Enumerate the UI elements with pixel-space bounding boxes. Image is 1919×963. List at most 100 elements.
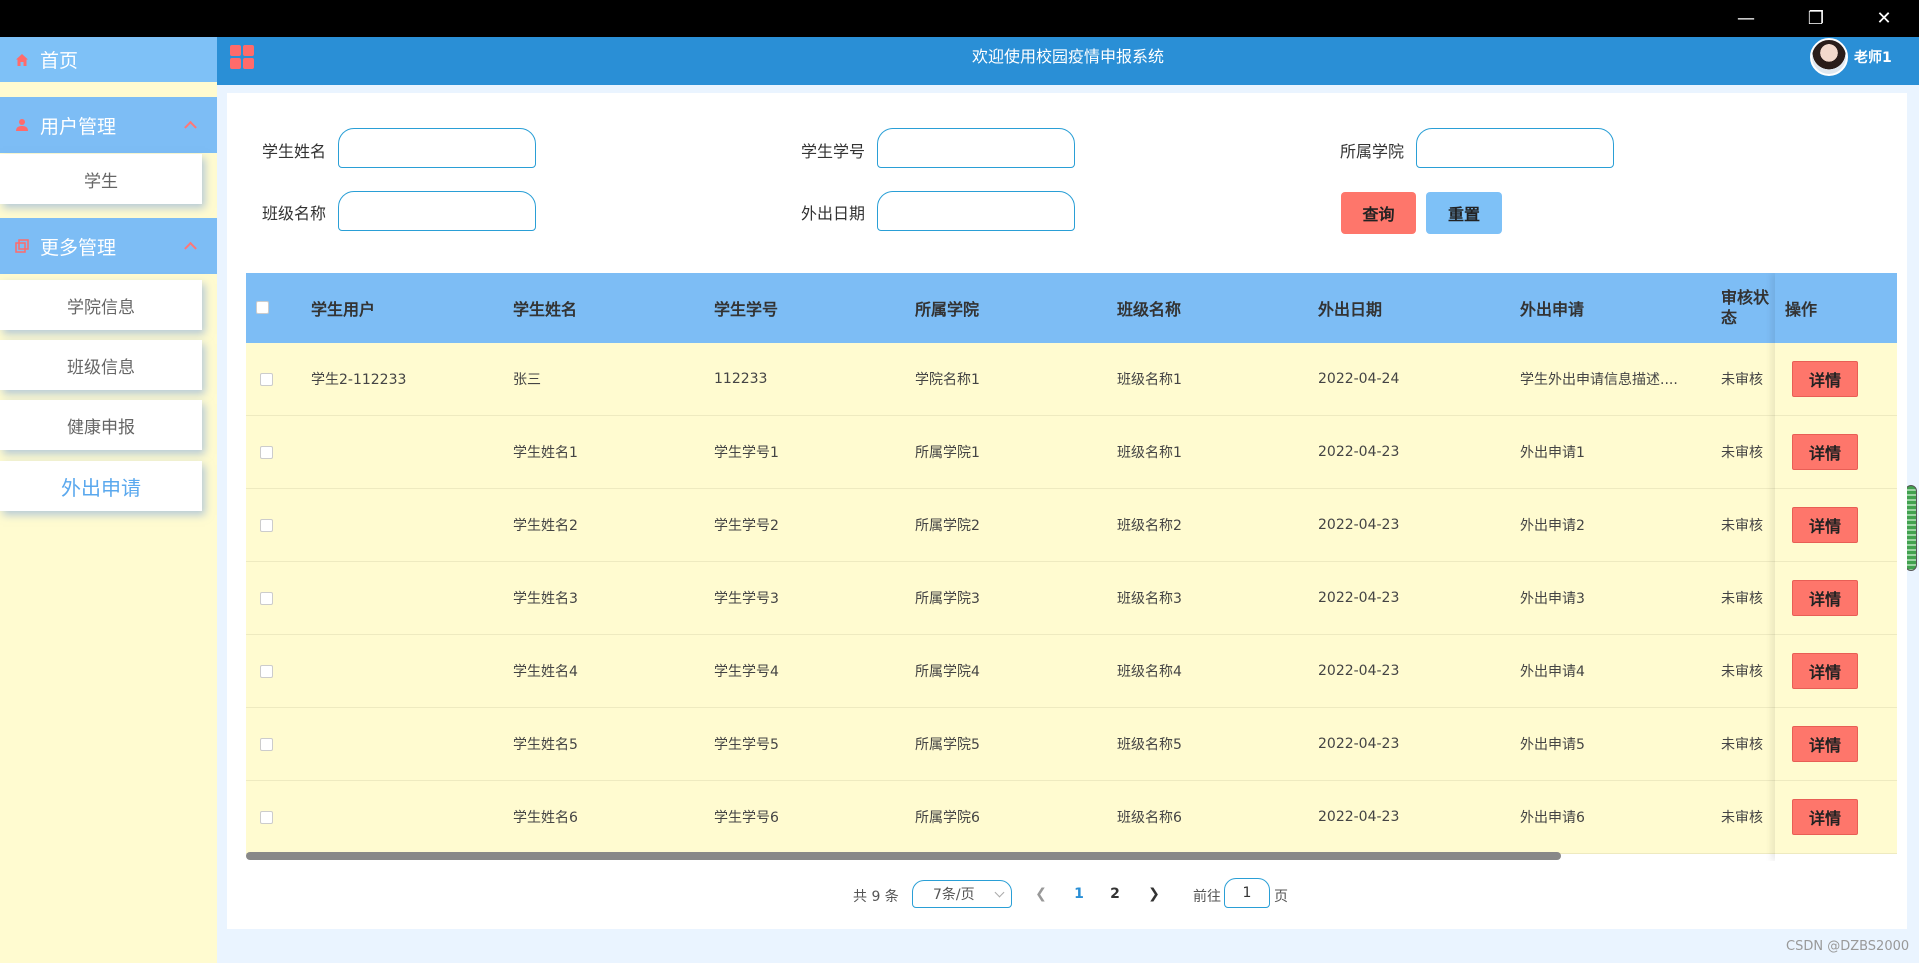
- sidebar-item-college-info[interactable]: 学院信息: [0, 280, 202, 330]
- student-no-input[interactable]: [877, 128, 1075, 168]
- page-size-value: 7条/页: [933, 887, 975, 903]
- cell-student-user: 学生2-112233: [311, 372, 407, 388]
- col-college[interactable]: 所属学院: [915, 273, 979, 343]
- row-checkbox[interactable]: [260, 519, 273, 532]
- cell-out-date: 2022-04-24: [1318, 371, 1400, 387]
- detail-button[interactable]: 详情: [1792, 507, 1858, 543]
- top-header: 欢迎使用校园疫情申报系统 老师1: [217, 37, 1919, 85]
- select-all-checkbox[interactable]: [256, 301, 269, 314]
- cell-class-name: 班级名称1: [1117, 445, 1182, 461]
- college-label: 所属学院: [1340, 142, 1405, 161]
- goto-page-input[interactable]: 1: [1224, 878, 1270, 908]
- col-student-name[interactable]: 学生姓名: [513, 273, 577, 343]
- cell-class-name: 班级名称1: [1117, 372, 1182, 388]
- cell-class-name: 班级名称4: [1117, 664, 1182, 680]
- college-input[interactable]: [1416, 128, 1614, 168]
- cell-student-name: 学生姓名2: [513, 518, 578, 534]
- sidebar-item-student[interactable]: 学生: [0, 154, 202, 204]
- table-header: 学生用户 学生姓名 学生学号 所属学院 班级名称 外出日期 外出申请 审核状态 …: [246, 273, 1897, 343]
- reset-button[interactable]: 重置: [1426, 192, 1502, 234]
- cell-out-apply: 外出申请2: [1520, 518, 1585, 534]
- minimize-button[interactable]: —: [1716, 0, 1776, 37]
- copy-icon: [14, 238, 30, 254]
- page-number[interactable]: 2: [1103, 880, 1127, 908]
- col-student-user[interactable]: 学生用户: [311, 273, 375, 343]
- page-size-select[interactable]: 7条/页: [912, 880, 1012, 908]
- total-count: 共 9 条: [853, 889, 899, 905]
- next-page-icon[interactable]: ❯: [1144, 880, 1164, 908]
- cell-student-no: 学生学号1: [714, 445, 779, 461]
- cell-student-name: 张三: [513, 372, 541, 388]
- detail-button[interactable]: 详情: [1792, 799, 1858, 835]
- class-name-input[interactable]: [338, 191, 536, 231]
- cell-review-status: 未审核: [1721, 445, 1763, 461]
- col-student-no[interactable]: 学生学号: [714, 273, 778, 343]
- detail-button[interactable]: 详情: [1792, 434, 1858, 470]
- sidebar: 首页 用户管理 学生 更多管理 学院信息 班级信息 健康申报 外出申请: [0, 37, 217, 963]
- table-row: 学生2-112233 张三 112233 学院名称1 班级名称1 2022-04…: [246, 343, 1897, 416]
- cell-out-apply: 外出申请1: [1520, 445, 1585, 461]
- cell-out-date: 2022-04-23: [1318, 663, 1400, 679]
- cell-student-no: 学生学号3: [714, 591, 779, 607]
- page-title: 欢迎使用校园疫情申报系统: [971, 47, 1164, 66]
- cell-class-name: 班级名称6: [1117, 810, 1182, 826]
- sidebar-item-home[interactable]: 首页: [0, 37, 217, 82]
- cell-college: 所属学院1: [915, 445, 980, 461]
- cell-student-no: 学生学号4: [714, 664, 779, 680]
- col-review-status[interactable]: 审核状态: [1721, 273, 1773, 343]
- out-date-input[interactable]: [877, 191, 1075, 231]
- avatar[interactable]: [1810, 38, 1848, 76]
- cell-college: 所属学院5: [915, 737, 980, 753]
- out-application-table: 学生用户 学生姓名 学生学号 所属学院 班级名称 外出日期 外出申请 审核状态 …: [246, 273, 1897, 861]
- cell-student-name: 学生姓名5: [513, 737, 578, 753]
- sidebar-item-out-application[interactable]: 外出申请: [0, 461, 202, 511]
- actions-column: 详情 详情 详情 详情 详情 详情 详情: [1775, 273, 1897, 861]
- sidebar-item-health-report[interactable]: 健康申报: [0, 400, 202, 450]
- row-checkbox[interactable]: [260, 665, 273, 678]
- detail-button[interactable]: 详情: [1792, 580, 1858, 616]
- cell-out-date: 2022-04-23: [1318, 736, 1400, 752]
- prev-page-icon[interactable]: ❮: [1031, 880, 1051, 908]
- page-number[interactable]: 1: [1067, 880, 1091, 908]
- detail-button[interactable]: 详情: [1792, 653, 1858, 689]
- cell-student-name: 学生姓名4: [513, 664, 578, 680]
- cell-class-name: 班级名称5: [1117, 737, 1182, 753]
- chevron-down-icon: [994, 887, 1005, 898]
- cell-college: 所属学院2: [915, 518, 980, 534]
- table-row: 学生姓名1 学生学号1 所属学院1 班级名称1 2022-04-23 外出申请1…: [246, 416, 1897, 489]
- cell-out-apply: 外出申请3: [1520, 591, 1585, 607]
- close-window-button[interactable]: ✕: [1854, 0, 1914, 37]
- cell-class-name: 班级名称3: [1117, 591, 1182, 607]
- row-checkbox[interactable]: [260, 811, 273, 824]
- detail-button[interactable]: 详情: [1792, 361, 1858, 397]
- sidebar-group-more-management[interactable]: 更多管理: [0, 218, 217, 274]
- row-checkbox[interactable]: [260, 446, 273, 459]
- row-checkbox[interactable]: [260, 373, 273, 386]
- cell-student-name: 学生姓名3: [513, 591, 578, 607]
- table-row: 学生姓名5 学生学号5 所属学院5 班级名称5 2022-04-23 外出申请5…: [246, 708, 1897, 781]
- cell-review-status: 未审核: [1721, 591, 1763, 607]
- username[interactable]: 老师1: [1854, 37, 1892, 79]
- row-checkbox[interactable]: [260, 738, 273, 751]
- maximize-button[interactable]: ❐: [1786, 0, 1846, 37]
- sidebar-group-user-management[interactable]: 用户管理: [0, 97, 217, 153]
- goto-prefix: 前往: [1193, 889, 1221, 905]
- cell-out-apply: 外出申请5: [1520, 737, 1585, 753]
- cell-student-name: 学生姓名6: [513, 810, 578, 826]
- student-name-input[interactable]: [338, 128, 536, 168]
- cell-review-status: 未审核: [1721, 737, 1763, 753]
- col-class-name[interactable]: 班级名称: [1117, 273, 1181, 343]
- cell-out-date: 2022-04-23: [1318, 517, 1400, 533]
- user-icon: [14, 117, 30, 133]
- col-out-date[interactable]: 外出日期: [1318, 273, 1382, 343]
- row-checkbox[interactable]: [260, 592, 273, 605]
- detail-button[interactable]: 详情: [1792, 726, 1858, 762]
- horizontal-scrollbar[interactable]: [246, 852, 1561, 860]
- col-out-apply[interactable]: 外出申请: [1520, 273, 1584, 343]
- sidebar-item-label: 首页: [40, 50, 79, 72]
- watermark: CSDN @DZBS2000: [1786, 939, 1910, 954]
- window-titlebar: — ❐ ✕: [0, 0, 1919, 37]
- sidebar-group-label: 更多管理: [40, 236, 117, 259]
- query-button[interactable]: 查询: [1341, 192, 1416, 234]
- sidebar-item-class-info[interactable]: 班级信息: [0, 340, 202, 390]
